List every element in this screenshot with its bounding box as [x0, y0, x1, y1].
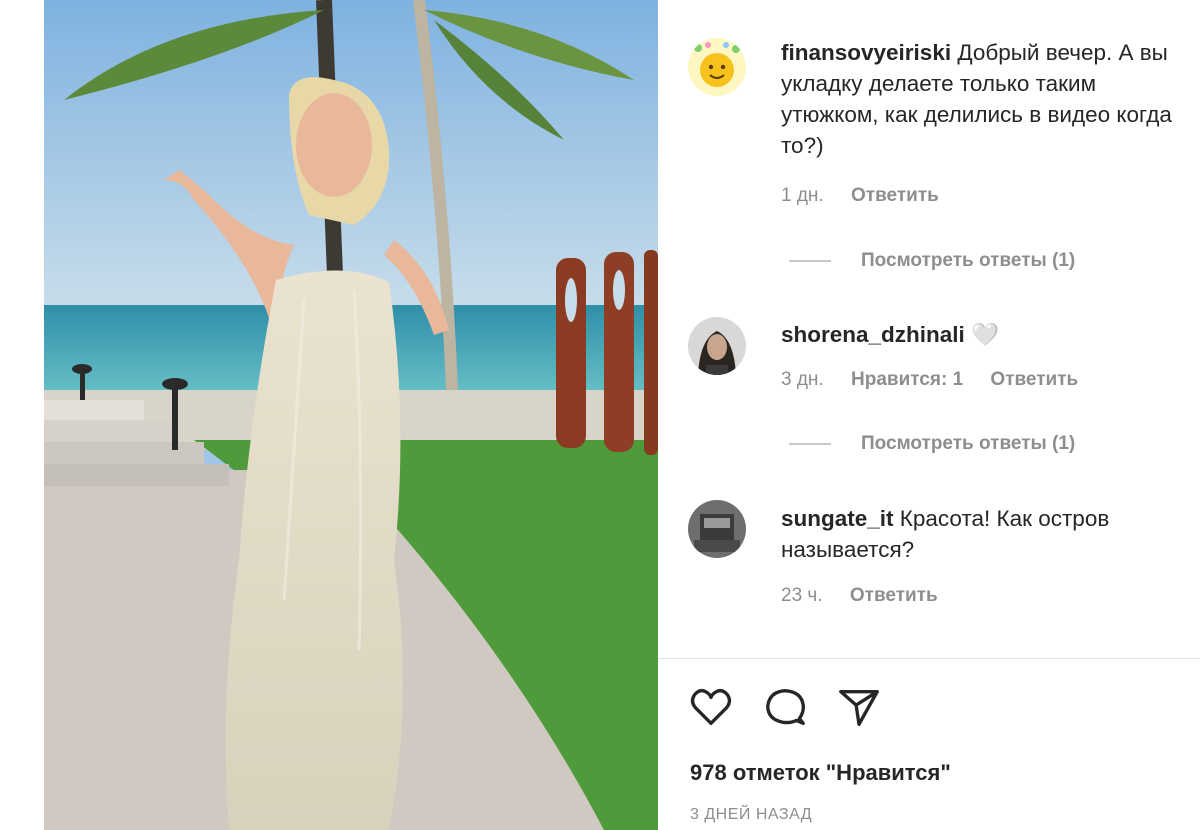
comment-text: finansovyeiriski Добрый вечер. А вы укла… [781, 37, 1191, 161]
comment-text: shorena_dzhinali 🤍 [781, 319, 1191, 350]
reply-button[interactable]: Ответить [850, 585, 938, 606]
likes-count[interactable]: 978 отметок "Нравится" [690, 760, 951, 786]
comment-text: sungate_it Красота! Как остров называетс… [781, 503, 1191, 565]
view-replies-button[interactable]: Посмотреть ответы (1) [789, 433, 1075, 455]
comment-icon[interactable] [762, 684, 808, 730]
post-media[interactable] [44, 0, 658, 830]
replies-divider [789, 260, 831, 262]
comment-time: 3 дн. [781, 369, 824, 390]
comment-time: 1 дн. [781, 185, 824, 206]
post-video-frame [44, 0, 658, 830]
view-replies-button[interactable]: Посмотреть ответы (1) [789, 250, 1075, 272]
avatar[interactable] [688, 38, 746, 96]
left-gutter [0, 0, 44, 830]
profile-photo-icon [688, 317, 746, 375]
heart-icon[interactable] [688, 684, 734, 730]
comment-meta: 3 дн. Нравится: 1 Ответить [781, 369, 1100, 391]
sun-avatar-icon [688, 38, 746, 96]
replies-divider [789, 443, 831, 445]
comment-meta: 1 дн. Ответить [781, 185, 961, 207]
comment-username[interactable]: finansovyeiriski [781, 40, 951, 65]
post-actions [688, 684, 910, 730]
view-replies-label: Посмотреть ответы (1) [861, 433, 1076, 454]
view-replies-label: Посмотреть ответы (1) [861, 250, 1076, 271]
post-date: 3 ДНЕЙ НАЗАД [690, 806, 813, 823]
comment-username[interactable]: shorena_dzhinali [781, 322, 965, 347]
reply-button[interactable]: Ответить [990, 369, 1078, 390]
comment-message: 🤍 [971, 322, 1000, 347]
avatar[interactable] [688, 317, 746, 375]
comment-username[interactable]: sungate_it [781, 506, 894, 531]
comment-time: 23 ч. [781, 585, 823, 606]
avatar[interactable] [688, 500, 746, 558]
profile-photo-icon [688, 500, 746, 558]
comment-meta: 23 ч. Ответить [781, 585, 960, 607]
comment-likes[interactable]: Нравится: 1 [851, 369, 963, 390]
comments-panel: finansovyeiriski Добрый вечер. А вы укла… [658, 0, 1200, 830]
share-icon[interactable] [836, 684, 882, 730]
section-divider [658, 658, 1200, 659]
reply-button[interactable]: Ответить [851, 185, 939, 206]
